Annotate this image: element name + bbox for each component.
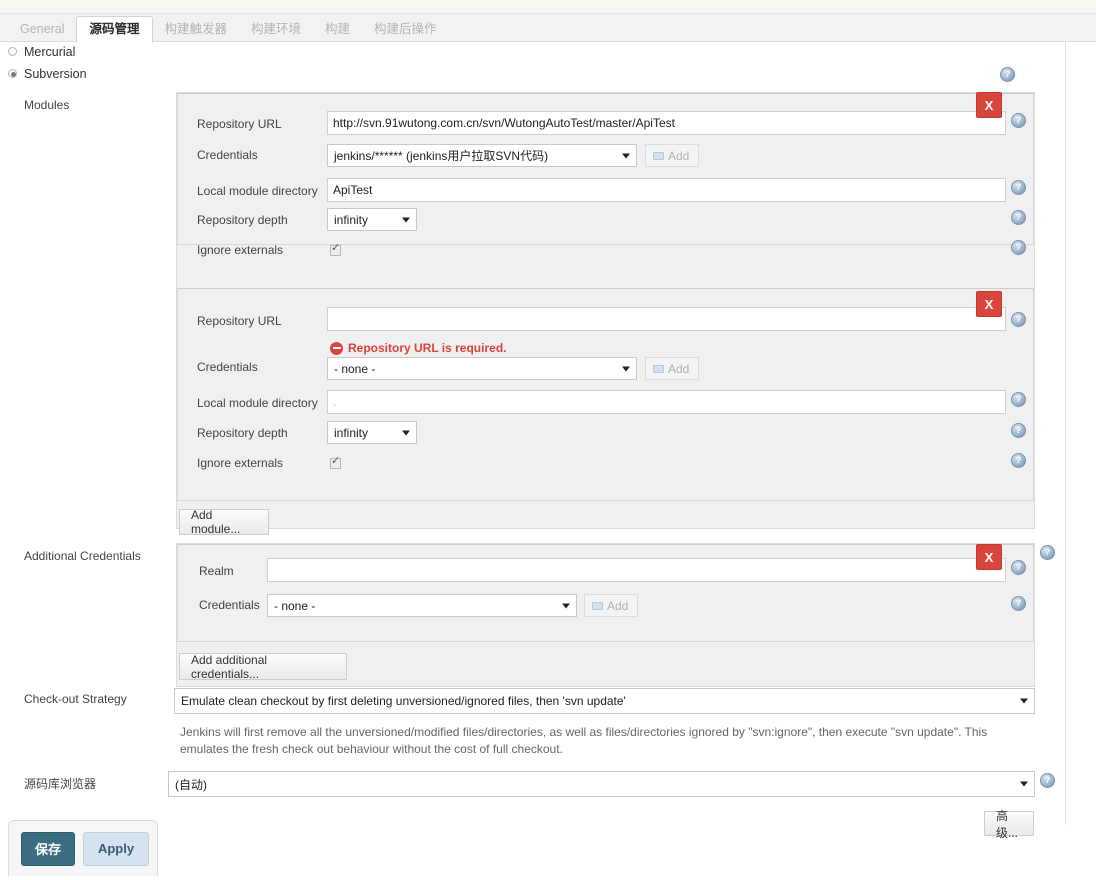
additional-credentials-credentials-label: Credentials (199, 598, 260, 612)
module-2-repository-depth-value: infinity (334, 426, 368, 440)
checkout-strategy-select[interactable]: Emulate clean checkout by first deleting… (174, 688, 1035, 714)
right-gutter (1066, 42, 1096, 825)
help-icon-subversion[interactable] (1000, 67, 1015, 82)
additional-credentials-section-label: Additional Credentials (24, 549, 141, 563)
help-icon-module-1-ignore-externals[interactable] (1011, 240, 1026, 255)
module-2-local-module-directory-label: Local module directory (197, 396, 318, 410)
module-1-local-module-directory-input[interactable] (327, 178, 1006, 202)
key-icon (592, 602, 603, 610)
chevron-down-icon (1020, 699, 1028, 704)
module-1-add-credentials-label: Add (668, 149, 689, 163)
add-module-button[interactable]: Add module... (179, 509, 269, 535)
chevron-down-icon (622, 366, 630, 371)
tab-bar: General 源码管理 构建触发器 构建环境 构建 构建后操作 (0, 14, 1096, 42)
scm-option-mercurial[interactable]: Mercurial (8, 43, 75, 60)
additional-credentials-delete-button[interactable]: X (976, 544, 1002, 570)
help-icon-additional-credentials-credentials[interactable] (1011, 596, 1026, 611)
tab-build[interactable]: 构建 (313, 16, 362, 42)
help-icon-module-2-repository-depth[interactable] (1011, 423, 1026, 438)
module-2-ignore-externals-checkbox[interactable] (330, 458, 341, 469)
module-2-local-module-directory-input[interactable] (327, 390, 1006, 414)
help-icon-repository-browser[interactable] (1040, 773, 1055, 788)
module-2-credentials-label: Credentials (197, 360, 258, 374)
help-icon-module-1-repository-depth[interactable] (1011, 210, 1026, 225)
module-1-credentials-value: jenkins/****** (jenkins用户拉取SVN代码) (334, 147, 548, 164)
checkout-strategy-description: Jenkins will first remove all the unvers… (180, 724, 1025, 758)
key-icon (653, 365, 664, 373)
chevron-down-icon (402, 430, 410, 435)
tab-build-triggers[interactable]: 构建触发器 (153, 16, 240, 42)
error-icon (330, 342, 343, 355)
tab-post-build-actions[interactable]: 构建后操作 (362, 16, 449, 42)
additional-credentials-credentials-value: - none - (274, 599, 315, 613)
module-2-repository-depth-select[interactable]: infinity (327, 421, 417, 444)
module-2-delete-button[interactable]: X (976, 291, 1002, 317)
repository-browser-value: (自动) (175, 776, 207, 793)
module-1-local-module-directory-label: Local module directory (197, 184, 318, 198)
module-1-ignore-externals-label: Ignore externals (197, 243, 283, 257)
key-icon (653, 152, 664, 160)
apply-button[interactable]: Apply (83, 832, 149, 866)
module-1-add-credentials-button[interactable]: Add (645, 144, 699, 167)
tab-build-environment[interactable]: 构建环境 (239, 16, 313, 42)
scm-config-panel: Mercurial Subversion Modules Repository … (0, 42, 1066, 825)
additional-credentials-add-label: Add (607, 599, 628, 613)
module-1-repository-depth-label: Repository depth (197, 213, 288, 227)
chevron-down-icon (622, 153, 630, 158)
scm-option-subversion[interactable]: Subversion (8, 65, 87, 82)
module-2-repository-url-error-text: Repository URL is required. (348, 341, 506, 355)
chevron-down-icon (1020, 782, 1028, 787)
scm-option-mercurial-label: Mercurial (24, 45, 75, 59)
module-1-repository-depth-value: infinity (334, 213, 368, 227)
module-1-credentials-select[interactable]: jenkins/****** (jenkins用户拉取SVN代码) (327, 144, 637, 167)
chevron-down-icon (562, 603, 570, 608)
module-1-delete-button[interactable]: X (976, 92, 1002, 118)
additional-credentials-add-button[interactable]: Add (584, 594, 638, 617)
module-1-repository-url-input[interactable] (327, 111, 1006, 135)
module-1-repository-depth-select[interactable]: infinity (327, 208, 417, 231)
module-2-repository-url-error: Repository URL is required. (330, 341, 506, 355)
chevron-down-icon (402, 217, 410, 222)
module-2-repository-depth-label: Repository depth (197, 426, 288, 440)
help-icon-module-2-repository-url[interactable] (1011, 312, 1026, 327)
additional-credentials-realm-input[interactable] (267, 558, 1006, 582)
checkout-strategy-value: Emulate clean checkout by first deleting… (181, 694, 626, 708)
help-icon-module-2-ignore-externals[interactable] (1011, 453, 1026, 468)
module-1-credentials-label: Credentials (197, 148, 258, 162)
help-icon-module-1-local-module-directory[interactable] (1011, 180, 1026, 195)
form-action-bar: 保存 Apply (8, 820, 158, 876)
tab-source-code-management[interactable]: 源码管理 (76, 16, 152, 43)
help-icon-module-2-local-module-directory[interactable] (1011, 392, 1026, 407)
help-icon-additional-credentials[interactable] (1040, 545, 1055, 560)
scm-option-subversion-label: Subversion (24, 67, 87, 81)
radio-subversion-icon[interactable] (8, 69, 17, 78)
module-1-repository-url-label: Repository URL (197, 117, 282, 131)
module-2-add-credentials-label: Add (668, 362, 689, 376)
repository-browser-select[interactable]: (自动) (168, 771, 1035, 797)
add-additional-credentials-button[interactable]: Add additional credentials... (179, 653, 347, 680)
modules-section-label: Modules (24, 98, 69, 112)
help-icon-additional-credentials-realm[interactable] (1011, 560, 1026, 575)
module-2-add-credentials-button[interactable]: Add (645, 357, 699, 380)
module-2-repository-url-input[interactable] (327, 307, 1006, 331)
top-strip (0, 0, 1096, 14)
save-button[interactable]: 保存 (21, 832, 75, 866)
module-2-credentials-select[interactable]: - none - (327, 357, 637, 380)
module-2-ignore-externals-label: Ignore externals (197, 456, 283, 470)
advanced-button[interactable]: 高级... (984, 811, 1034, 836)
additional-credentials-realm-label: Realm (199, 564, 234, 578)
tab-general[interactable]: General (8, 16, 76, 42)
module-2-repository-url-label: Repository URL (197, 314, 282, 328)
module-2-credentials-value: - none - (334, 362, 375, 376)
module-1-ignore-externals-checkbox[interactable] (330, 245, 341, 256)
radio-mercurial-icon[interactable] (8, 47, 17, 56)
additional-credentials-credentials-select[interactable]: - none - (267, 594, 577, 617)
repository-browser-label: 源码库浏览器 (24, 775, 96, 792)
help-icon-module-1-repository-url[interactable] (1011, 113, 1026, 128)
checkout-strategy-label: Check-out Strategy (24, 692, 127, 706)
